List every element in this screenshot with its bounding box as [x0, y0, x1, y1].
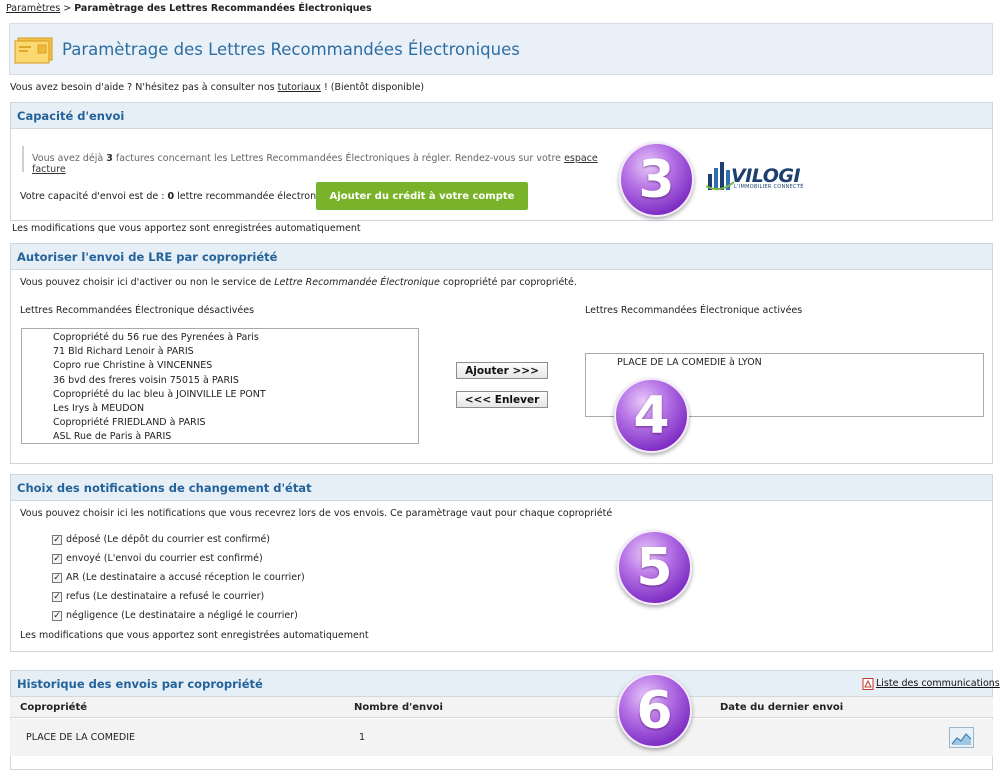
remove-copro-button[interactable]: <<< Enlever: [456, 391, 548, 408]
chart-icon[interactable]: [949, 727, 974, 748]
list-item[interactable]: ASL Rue de Paris à PARIS: [53, 430, 418, 444]
list-item[interactable]: Copropriété FRIEDLAND à PARIS: [53, 416, 418, 430]
row-count: 1: [359, 732, 366, 743]
table-row: [10, 719, 993, 756]
notification-option-ar[interactable]: ✓ AR (Le destinataire a accusé réception…: [52, 572, 305, 583]
page-title: Paramètrage des Lettres Recommandées Éle…: [62, 40, 520, 59]
intro-prefix: Vous pouvez choisir ici d'activer ou non…: [20, 277, 272, 288]
disabled-list-label: Lettres Recommandées Électronique désact…: [20, 305, 255, 316]
checkbox-checked-icon[interactable]: ✓: [52, 591, 62, 602]
notifications-panel-header: Choix des notifications de changement d'…: [11, 475, 992, 501]
vilogi-logo-tagline: L'IMMOBILIER CONNECTÉ: [734, 184, 804, 190]
auto-save-note: Les modifications que vous apportez sont…: [12, 223, 361, 234]
enabled-list-label: Lettres Recommandées Électronique activé…: [585, 305, 803, 316]
pdf-icon[interactable]: [862, 678, 874, 690]
option-label: envoyé (L'envoi du courrier est confirmé…: [66, 553, 263, 564]
history-panel-header: Historique des envois par copropriété: [11, 671, 992, 697]
notification-option-depose[interactable]: ✓ déposé (Le dépôt du courrier est confi…: [52, 534, 270, 545]
add-credit-button[interactable]: Ajouter du crédit à votre compte: [316, 182, 528, 210]
capacity-line: Votre capacité d'envoi est de : 0 lettre…: [20, 191, 340, 202]
authorize-intro: Vous pouvez choisir ici d'activer ou non…: [20, 277, 577, 288]
notice-middle: factures concernant les Lettres Recomman…: [115, 153, 562, 164]
authorize-panel-title: Autoriser l'envoi de LRE par copropriété: [17, 250, 278, 264]
disabled-copro-listbox[interactable]: Copropriété du 56 rue des Pyrenées à Par…: [21, 328, 419, 444]
row-copro: PLACE DE LA COMEDIE: [26, 732, 136, 743]
breadcrumb-separator: >: [63, 3, 72, 14]
add-copro-button[interactable]: Ajouter >>>: [456, 362, 548, 379]
invoice-count: 3: [106, 153, 113, 164]
auto-save-note: Les modifications que vous apportez sont…: [20, 630, 369, 641]
invoice-notice: Vous avez déjà 3 factures concernant les…: [22, 146, 607, 175]
list-item[interactable]: Copropriété du lac bleu à JOINVILLE LE P…: [53, 388, 418, 402]
column-header-count[interactable]: Nombre d'envoi: [354, 702, 443, 713]
step-badge-6: 6: [617, 673, 692, 748]
history-panel-title: Historique des envois par copropriété: [17, 677, 263, 691]
notifications-panel-title: Choix des notifications de changement d'…: [17, 481, 312, 495]
capacity-panel-header: Capacité d'envoi: [11, 103, 992, 129]
help-suffix: ! (Bientôt disponible): [323, 82, 425, 93]
checkbox-checked-icon[interactable]: ✓: [52, 610, 62, 621]
option-label: AR (Le destinataire a accusé réception l…: [66, 572, 305, 583]
step-badge-4: 4: [614, 378, 689, 453]
notice-prefix: Vous avez déjà: [32, 153, 104, 164]
tutorials-link[interactable]: tutoriaux: [278, 82, 321, 93]
step-badge-3: 3: [619, 142, 694, 217]
help-line: Vous avez besoin d'aide ? N'hésitez pas …: [10, 82, 424, 93]
list-item[interactable]: Les Irys à MEUDON: [53, 402, 418, 416]
history-table-header: [10, 697, 993, 718]
authorize-panel-header: Autoriser l'envoi de LRE par copropriété: [11, 244, 992, 270]
list-item[interactable]: PLACE DE LA COMEDIE à LYON: [617, 356, 983, 370]
list-item[interactable]: Copro rue Christine à VINCENNES: [53, 359, 418, 373]
help-prefix: Vous avez besoin d'aide ? N'hésitez pas …: [10, 82, 275, 93]
capacity-value: 0: [167, 191, 175, 202]
option-label: déposé (Le dépôt du courrier est confirm…: [66, 534, 270, 545]
list-item[interactable]: 36 bvd des freres voisin 75015 à PARIS: [53, 374, 418, 388]
notification-option-envoye[interactable]: ✓ envoyé (L'envoi du courrier est confir…: [52, 553, 263, 564]
capacity-panel-title: Capacité d'envoi: [17, 109, 125, 123]
option-label: refus (Le destinataire a refusé le courr…: [66, 591, 265, 602]
checkbox-checked-icon[interactable]: ✓: [52, 534, 62, 545]
notification-option-negligence[interactable]: ✓ négligence (Le destinataire a négligé …: [52, 610, 298, 621]
notification-option-refus[interactable]: ✓ refus (Le destinataire a refusé le cou…: [52, 591, 264, 602]
notifications-intro: Vous pouvez choisir ici les notification…: [20, 508, 613, 519]
list-item[interactable]: 71 Bld Richard Lenoir à PARIS: [53, 345, 418, 359]
breadcrumb: Paramètres > Paramètrage des Lettres Rec…: [6, 3, 372, 14]
vilogi-logo-icon: [706, 162, 734, 191]
option-label: négligence (Le destinataire a négligé le…: [66, 610, 298, 621]
envelope-icon: [14, 37, 53, 64]
breadcrumb-parent-link[interactable]: Paramètres: [6, 3, 60, 14]
intro-suffix: copropriété par copropriété.: [442, 277, 577, 288]
breadcrumb-current: Paramètrage des Lettres Recommandées Éle…: [74, 3, 372, 14]
checkbox-checked-icon[interactable]: ✓: [52, 572, 62, 583]
checkbox-checked-icon[interactable]: ✓: [52, 553, 62, 564]
column-header-last-date[interactable]: Date du dernier envoi: [720, 702, 843, 713]
step-badge-5: 5: [617, 530, 692, 605]
intro-italic: Lettre Recommandée Électronique: [274, 277, 440, 288]
communications-list-link[interactable]: Liste des communications: [876, 678, 1000, 689]
list-item[interactable]: Copropriété du 56 rue des Pyrenées à Par…: [53, 331, 418, 345]
capacity-prefix: Votre capacité d'envoi est de :: [20, 191, 165, 202]
column-header-copro[interactable]: Copropriété: [20, 702, 87, 713]
